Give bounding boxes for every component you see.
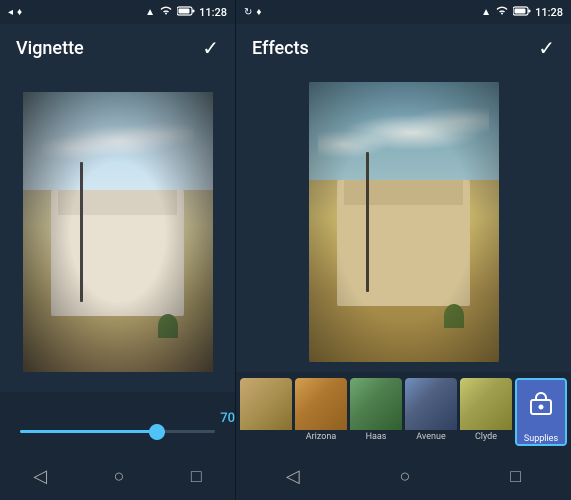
slider-value: 70 (220, 411, 235, 426)
effect-label-avenue: Avenue (405, 430, 457, 444)
slider-fill (20, 430, 157, 433)
back-button-right[interactable]: ◁ (270, 458, 316, 495)
location-icon-right: ♦ (256, 7, 261, 18)
wifi-icon-right (495, 6, 509, 19)
confirm-button-left[interactable]: ✓ (202, 36, 219, 60)
effect-label-supplies: Supplies (517, 432, 565, 446)
panel-title-left: Vignette (16, 38, 84, 59)
recent-button-left[interactable]: □ (175, 458, 218, 495)
vignette-panel: ◂ ♦ ▲ 11:28 Vignette ✓ (0, 0, 235, 500)
slider-track[interactable] (20, 430, 215, 433)
effect-thumb-avenue[interactable]: Avenue (405, 378, 457, 446)
supplies-icon (527, 392, 555, 420)
effects-vignette (309, 82, 499, 362)
top-bar-right: Effects ✓ (236, 24, 571, 72)
slider-thumb[interactable] (149, 424, 165, 440)
battery-icon-left (177, 6, 195, 19)
effect-label-dusty (240, 430, 292, 434)
effect-img-arizona (295, 378, 347, 430)
home-button-left[interactable]: ○ (98, 458, 141, 495)
wifi-icon-left (159, 6, 173, 19)
effect-label-haas: Haas (350, 430, 402, 444)
time-left: 11:28 (199, 6, 227, 19)
status-left-left: ◂ ♦ (8, 7, 22, 18)
vignette-overlay (23, 92, 213, 372)
effects-panel: ↻ ♦ ▲ 11:28 Effects ✓ (235, 0, 571, 500)
top-bar-left: Vignette ✓ (0, 24, 235, 72)
vignette-photo (23, 92, 213, 372)
status-right-right: ▲ 11:28 (481, 6, 563, 19)
status-bar-left: ◂ ♦ ▲ 11:28 (0, 0, 235, 24)
effect-thumb-supplies[interactable]: Supplies (515, 378, 567, 446)
effect-thumb-clyde[interactable]: Clyde (460, 378, 512, 446)
effect-thumb-dusty[interactable] (240, 378, 292, 446)
image-area-right (236, 72, 571, 372)
bottom-nav-right: ◁ ○ □ (236, 452, 571, 500)
time-right: 11:28 (535, 6, 563, 19)
effects-strip: Arizona Haas Avenue Clyde Supplies (236, 372, 571, 452)
bottom-nav-left: ◁ ○ □ (0, 452, 235, 500)
image-area-left (0, 72, 235, 392)
panel-title-right: Effects (252, 38, 309, 59)
effect-img-haas (350, 378, 402, 430)
back-button-left[interactable]: ◁ (17, 458, 63, 495)
location-icon-left: ♦ (17, 7, 22, 18)
back-status-icon: ◂ (8, 7, 13, 18)
effect-thumb-haas[interactable]: Haas (350, 378, 402, 446)
effect-img-avenue (405, 378, 457, 430)
status-left-right: ↻ ♦ (244, 7, 262, 18)
effect-label-clyde: Clyde (460, 430, 512, 444)
slider-area: 70 (0, 392, 235, 452)
signal-icon-right: ▲ (481, 7, 491, 18)
effect-label-arizona: Arizona (295, 430, 347, 444)
refresh-icon-right: ↻ (244, 7, 252, 18)
effect-img-clyde (460, 378, 512, 430)
effects-photo (309, 82, 499, 362)
effect-img-dusty (240, 378, 292, 430)
battery-icon-right (513, 6, 531, 19)
home-button-right[interactable]: ○ (384, 458, 427, 495)
confirm-button-right[interactable]: ✓ (538, 36, 555, 60)
signal-icon-left: ▲ (145, 7, 155, 18)
recent-button-right[interactable]: □ (494, 458, 537, 495)
supplies-icon-wrap (517, 380, 565, 432)
status-bar-right: ↻ ♦ ▲ 11:28 (236, 0, 571, 24)
status-right-left: ▲ 11:28 (145, 6, 227, 19)
effect-thumb-arizona[interactable]: Arizona (295, 378, 347, 446)
